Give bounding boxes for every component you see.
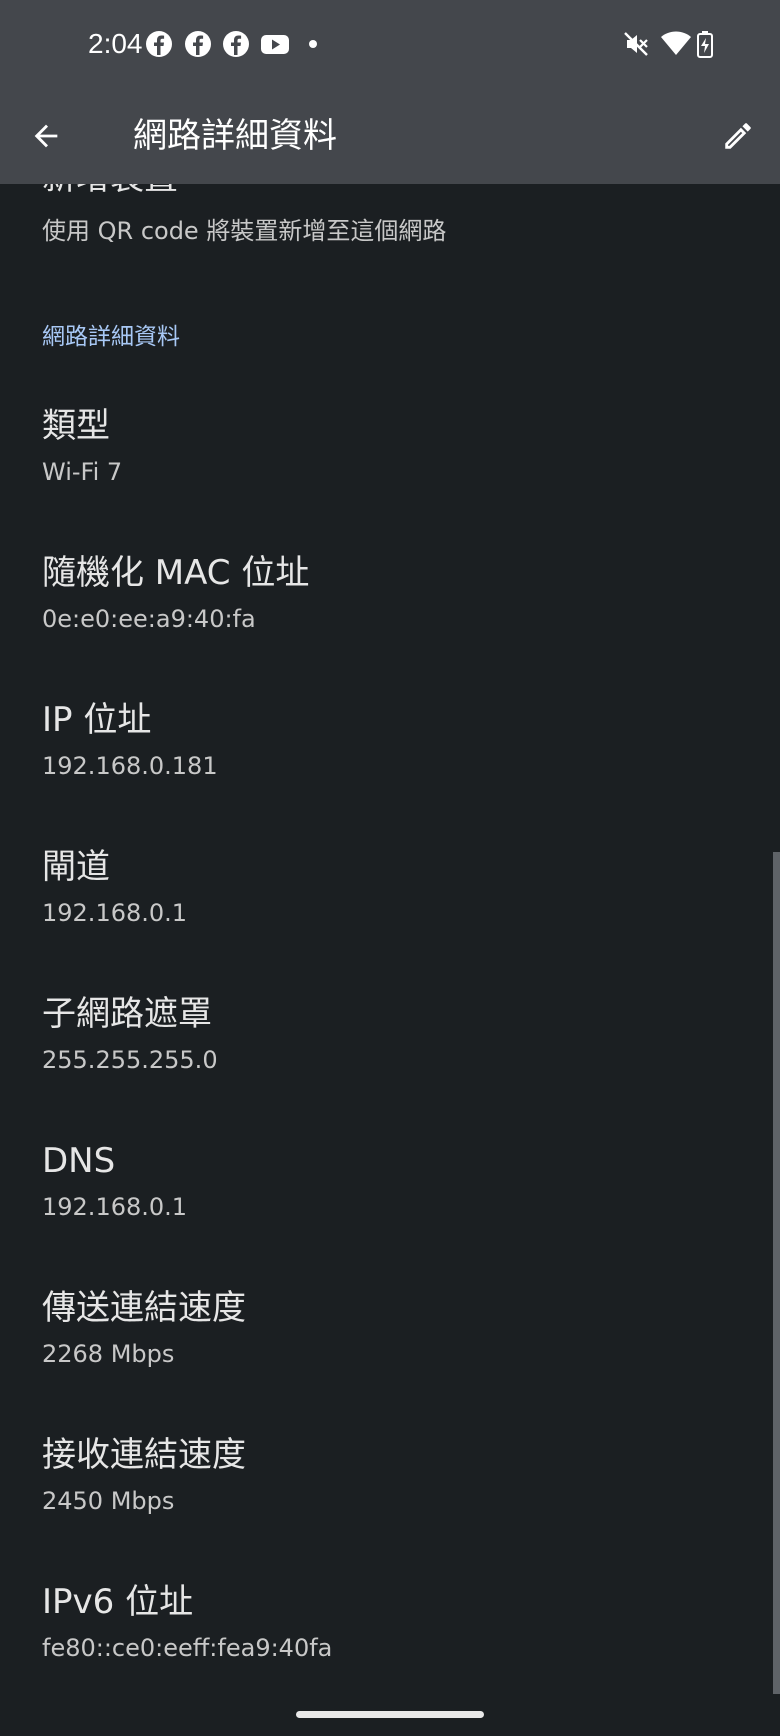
page-title: 網路詳細資料 — [133, 116, 337, 156]
detail-value: 2268 Mbps — [42, 1340, 175, 1368]
detail-value: 255.255.255.0 — [42, 1046, 218, 1074]
detail-title: IP 位址 — [42, 700, 152, 740]
scrollbar[interactable] — [773, 852, 780, 1694]
section-header: 網路詳細資料 — [42, 324, 180, 350]
detail-value: 0e:e0:ee:a9:40:fa — [42, 605, 256, 633]
detail-item-gateway: 閘道 192.168.0.1 — [42, 845, 722, 929]
add-device-subtitle: 使用 QR code 將裝置新增至這個網路 — [42, 217, 447, 245]
detail-value: 192.168.0.181 — [42, 752, 218, 780]
mute-icon — [624, 32, 648, 56]
back-arrow-icon — [34, 124, 58, 148]
detail-value: Wi-Fi 7 — [42, 458, 123, 486]
detail-item-subnet: 子網路遮罩 255.255.255.0 — [42, 992, 722, 1076]
detail-title: 傳送連結速度 — [42, 1288, 246, 1328]
detail-title: 隨機化 MAC 位址 — [42, 553, 310, 593]
details-list[interactable]: 新增裝置 使用 QR code 將裝置新增至這個網路 網路詳細資料 類型 Wi-… — [0, 184, 780, 1684]
detail-value: 192.168.0.1 — [42, 1193, 188, 1221]
status-bar: 2:04 — [0, 0, 780, 88]
facebook-icon — [146, 31, 172, 57]
detail-title: 閘道 — [42, 847, 110, 887]
add-device-title: 新增裝置 — [42, 184, 178, 200]
battery-charging-icon — [697, 31, 713, 58]
dot-icon — [309, 40, 317, 48]
facebook-icon — [223, 31, 249, 57]
status-time: 2:04 — [88, 28, 143, 59]
wifi-icon — [661, 31, 691, 55]
app-bar: 網路詳細資料 — [0, 88, 780, 184]
pencil-icon — [725, 123, 751, 149]
detail-item-ipv6: IPv6 位址 fe80::ce0:eeff:fea9:40fa — [42, 1580, 722, 1664]
detail-item-rx-speed: 接收連結速度 2450 Mbps — [42, 1433, 722, 1517]
detail-title: IPv6 位址 — [42, 1582, 194, 1622]
detail-item-tx-speed: 傳送連結速度 2268 Mbps — [42, 1286, 722, 1370]
gesture-nav-handle[interactable] — [296, 1711, 484, 1718]
detail-item-mac: 隨機化 MAC 位址 0e:e0:ee:a9:40:fa — [42, 551, 722, 635]
detail-title: 類型 — [42, 406, 110, 446]
back-button[interactable] — [22, 112, 70, 160]
detail-title: DNS — [42, 1141, 116, 1181]
edit-button[interactable] — [714, 112, 762, 160]
detail-item-ip: IP 位址 192.168.0.181 — [42, 698, 722, 782]
youtube-icon — [261, 35, 289, 54]
detail-title: 子網路遮罩 — [42, 994, 212, 1034]
detail-value: 192.168.0.1 — [42, 899, 188, 927]
facebook-icon — [185, 31, 211, 57]
detail-title: 接收連結速度 — [42, 1435, 246, 1475]
detail-item-dns: DNS 192.168.0.1 — [42, 1139, 722, 1223]
detail-value: 2450 Mbps — [42, 1487, 175, 1515]
detail-value: fe80::ce0:eeff:fea9:40fa — [42, 1634, 333, 1662]
detail-item-type: 類型 Wi-Fi 7 — [42, 404, 722, 488]
